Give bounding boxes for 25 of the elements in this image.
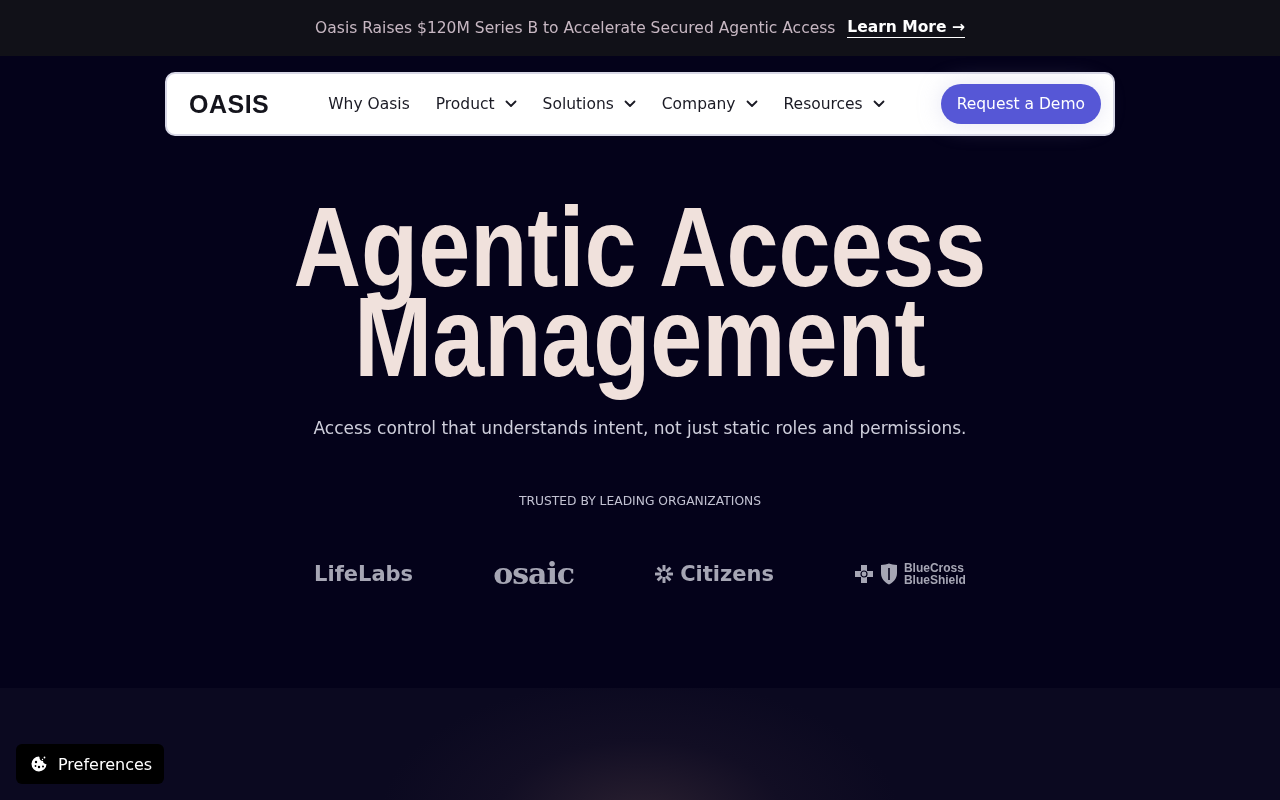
learn-more-link[interactable]: Learn More → [847, 18, 965, 38]
announcement-text: Oasis Raises $120M Series B to Accelerate Secured Agentic Access [315, 19, 836, 37]
client-logo-wordmark: BlueCross BlueShield [903, 561, 966, 586]
hero-heading: Agentic Access Management [292, 200, 988, 402]
chevron-down-icon [623, 100, 636, 108]
nav-dropdown[interactable]: Company [661, 95, 758, 113]
chevron-down-icon [745, 100, 758, 108]
starburst-icon [654, 563, 675, 584]
preferences-button[interactable]: Preferences [16, 744, 165, 784]
nav-dropdown[interactable]: Resources [783, 95, 885, 113]
cookie-icon [30, 755, 48, 773]
nav-link[interactable]: Why Oasis [328, 95, 410, 113]
client-logo-wordmark: Citizens [680, 561, 774, 586]
request-demo-button[interactable]: Request a Demo [940, 84, 1101, 124]
oasis-logo[interactable]: OASIS [189, 89, 270, 119]
cross-icon [853, 563, 874, 584]
nav-dropdown[interactable]: Product [435, 95, 517, 113]
trusted-label: TRUSTED BY LEADING ORGANIZATIONS [518, 494, 762, 508]
chevron-down-icon [872, 100, 885, 108]
shield-icon [879, 562, 898, 585]
hero-subtitle: Access control that understands intent, not just static roles and permissions. [313, 418, 967, 438]
chevron-down-icon [504, 100, 517, 108]
client-logo-wordmark: LifeLabs [314, 561, 414, 586]
client-logo-wordmark: osaic [493, 556, 575, 591]
nav-dropdown[interactable]: Solutions [542, 95, 636, 113]
